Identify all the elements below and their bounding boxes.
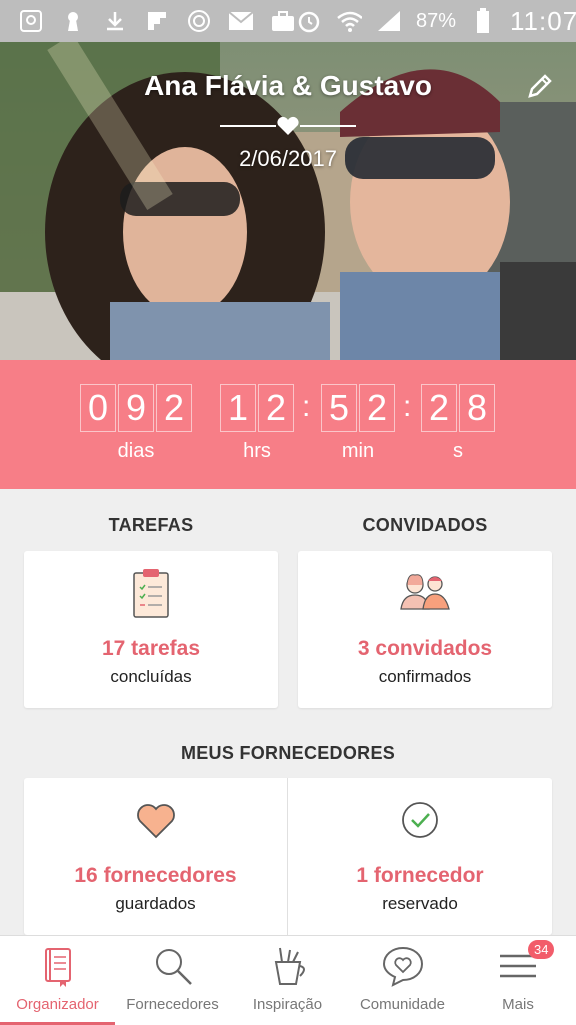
saved-vendors-status: guardados (115, 894, 196, 913)
digit: 0 (80, 384, 116, 432)
digit: 2 (421, 384, 457, 432)
digit: 1 (220, 384, 256, 432)
reserved-vendors-count: 1 fornecedor (356, 864, 484, 887)
digit: 9 (118, 384, 154, 432)
saved-vendors-cell[interactable]: 16 fornecedores guardados (24, 778, 287, 935)
edit-button[interactable] (524, 70, 556, 102)
digit: 2 (359, 384, 395, 432)
couple-names: Ana Flávia & Gustavo (144, 70, 432, 101)
heart-divider (220, 116, 356, 135)
status-bar: 87% 11:07 (0, 0, 576, 42)
inspiration-cup-icon (274, 947, 305, 985)
tasks-section-title: TAREFAS (108, 515, 194, 535)
guests-section-title: CONVIDADOS (362, 515, 488, 535)
hours-digits: 1 2 (220, 384, 296, 432)
tasks-card[interactable]: 17 tarefas concluídas (24, 551, 278, 708)
bottom-navigation: Organizador Fornecedores Inspiração Comu… (0, 935, 576, 1025)
badge-icon (186, 8, 212, 34)
check-circle-icon (402, 802, 438, 838)
hours-label: hrs (243, 440, 271, 462)
days-label: dias (117, 440, 155, 462)
saved-vendors-count: 16 fornecedores (74, 864, 237, 887)
alarm-icon (296, 8, 322, 34)
nav-mais[interactable]: 34 Mais (460, 936, 576, 1025)
nav-label: Fornecedores (126, 996, 219, 1013)
guests-status: confirmados (378, 667, 472, 686)
nav-inspiracao[interactable]: Inspiração (230, 936, 345, 1025)
minutes-label: min (341, 440, 375, 462)
colon-separator: : (403, 390, 412, 423)
signal-icon (376, 8, 402, 34)
nav-label: Comunidade (359, 996, 446, 1013)
notification-badge: 34 (528, 940, 555, 959)
seconds-digits: 2 8 (421, 384, 497, 432)
tasks-count: 17 tarefas (101, 637, 201, 660)
chat-heart-icon (382, 946, 423, 987)
nav-label: Inspiração (252, 996, 323, 1013)
flipboard-icon (144, 8, 170, 34)
briefcase-icon (270, 8, 296, 34)
search-icon (155, 949, 192, 985)
pencil-icon (528, 74, 552, 98)
digit: 2 (156, 384, 192, 432)
clock: 11:07 (510, 5, 576, 36)
reserved-vendors-status: reservado (382, 894, 458, 913)
vendors-section-title: MEUS FORNECEDORES (180, 743, 396, 763)
nav-fornecedores[interactable]: Fornecedores (115, 936, 230, 1025)
mail-icon (228, 8, 254, 34)
colon-separator: : (302, 390, 311, 423)
digit: 8 (459, 384, 495, 432)
clipboard-checklist-icon (133, 569, 169, 618)
countdown-banner: 0 9 2 1 2 : 5 2 : 2 8 dias hrs min s (0, 360, 576, 489)
pocket-icon (18, 8, 44, 34)
guests-card[interactable]: 3 convidados confirmados (298, 551, 552, 708)
nav-label: Organizador (16, 996, 99, 1013)
tasks-status: concluídas (110, 667, 192, 686)
vendors-card: 16 fornecedores guardados 1 fornecedor r… (24, 778, 552, 935)
nav-label: Mais (502, 996, 534, 1013)
couple-photo-header: Ana Flávia & Gustavo 2/06/2017 (0, 42, 576, 360)
reserved-vendors-cell[interactable]: 1 fornecedor reservado (288, 778, 552, 935)
wifi-icon (336, 8, 362, 34)
notebook-icon (44, 948, 71, 987)
guests-couple-icon (400, 574, 450, 610)
heart-icon (136, 804, 175, 839)
minutes-digits: 5 2 (321, 384, 397, 432)
nav-comunidade[interactable]: Comunidade (345, 936, 460, 1025)
digit: 5 (321, 384, 357, 432)
download-icon (102, 8, 128, 34)
battery-percent: 87% (416, 9, 457, 32)
digit: 2 (258, 384, 294, 432)
battery-icon (470, 8, 496, 34)
guests-count: 3 convidados (357, 637, 493, 660)
seconds-label: s (453, 440, 463, 462)
days-digits: 0 9 2 (80, 384, 194, 432)
nav-organizador[interactable]: Organizador (0, 936, 115, 1025)
keyhole-icon (60, 8, 86, 34)
wedding-date: 2/06/2017 (239, 146, 337, 171)
